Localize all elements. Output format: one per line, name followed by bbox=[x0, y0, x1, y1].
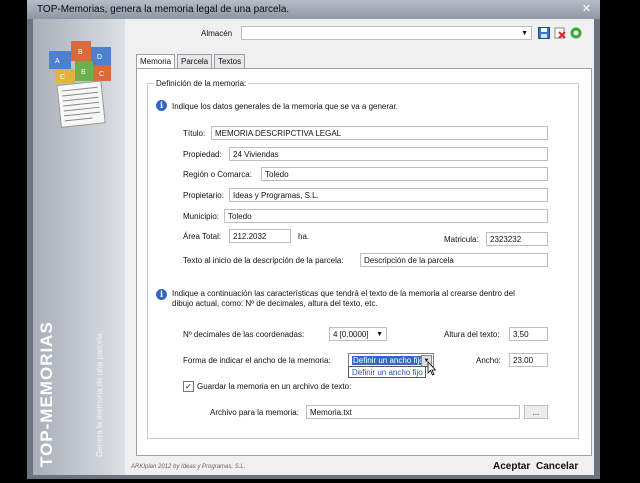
decimales-value: 4 [0.0000] bbox=[333, 330, 369, 339]
title-bar[interactable]: TOP-Memorias, genera la memoria legal de… bbox=[27, 0, 600, 19]
propietario-input[interactable]: Ideas y Programas, S.L. bbox=[229, 188, 548, 202]
definition-group: Definición de la memoria: i Indique los … bbox=[147, 79, 579, 439]
guardar-label: Guardar la memoria en un archivo de text… bbox=[197, 382, 352, 391]
decimales-select[interactable]: 4 [0.0000] ▼ bbox=[329, 327, 387, 341]
browse-button[interactable]: ... bbox=[524, 405, 548, 419]
municipio-input[interactable]: Toledo bbox=[224, 209, 548, 223]
cancel-button[interactable]: Cancelar bbox=[536, 461, 578, 472]
propiedad-label: Propiedad: bbox=[183, 150, 222, 159]
altura-input[interactable]: 3.50 bbox=[509, 327, 548, 341]
area-unit: ha. bbox=[298, 232, 310, 241]
forma-selected-value: Definir un ancho fijo bbox=[352, 356, 425, 365]
guardar-checkbox[interactable]: ✓ bbox=[183, 381, 194, 392]
propiedad-input[interactable]: 24 Viviendas bbox=[229, 147, 548, 161]
memoria-panel: Definición de la memoria: i Indique los … bbox=[136, 68, 592, 456]
matricula-input[interactable]: 2323232 bbox=[486, 232, 548, 246]
forma-dropdown-option[interactable]: Definir un ancho fijo bbox=[348, 366, 426, 378]
ancho-input[interactable]: 23.00 bbox=[509, 353, 548, 367]
region-label: Región o Comarca: bbox=[183, 170, 252, 179]
almacen-label: Almacén bbox=[201, 29, 233, 38]
area-input[interactable]: 212.2032 bbox=[229, 229, 291, 243]
svg-text:A: A bbox=[55, 58, 60, 65]
refresh-icon[interactable] bbox=[570, 27, 582, 39]
accept-button[interactable]: Aceptar bbox=[493, 461, 530, 472]
forma-select[interactable]: Definir un ancho fijo ▼ bbox=[348, 353, 434, 367]
svg-text:B: B bbox=[81, 69, 86, 76]
tab-textos[interactable]: Textos bbox=[214, 54, 246, 68]
decimales-label: Nº decimales de las coordenadas: bbox=[183, 330, 305, 339]
altura-label: Altura del texto: bbox=[444, 330, 500, 339]
delete-icon[interactable] bbox=[554, 27, 566, 39]
titulo-input[interactable]: MEMORIA DESCRIPCTIVA LEGAL bbox=[211, 126, 548, 140]
forma-label: Forma de indicar el ancho de la memoria: bbox=[183, 356, 331, 365]
archivo-input[interactable]: Memoria.txt bbox=[306, 405, 520, 419]
info-icon: i bbox=[156, 289, 167, 300]
ancho-label: Ancho: bbox=[476, 356, 501, 365]
municipio-label: Municipio: bbox=[183, 212, 220, 221]
archivo-label: Archivo para la memoria: bbox=[210, 408, 299, 417]
area-label: Área Total: bbox=[183, 232, 222, 241]
copyright-text: ARKIplan 2012 by Ideas y Programas, S.L. bbox=[131, 464, 246, 470]
window-title: TOP-Memorias, genera la memoria legal de… bbox=[37, 4, 290, 15]
main-window: TOP-Memorias, genera la memoria legal de… bbox=[27, 0, 600, 479]
svg-text:B: B bbox=[78, 49, 83, 56]
svg-text:C: C bbox=[60, 74, 65, 81]
sidebar-subtitle: Genera la memoria de una parcela. bbox=[95, 331, 104, 457]
propietario-label: Propietario: bbox=[183, 191, 224, 200]
client-area: A B D C B C TOP-MEMORIAS Genera la memor… bbox=[33, 19, 594, 475]
tab-parcela[interactable]: Parcela bbox=[177, 54, 213, 68]
tab-memoria[interactable]: Memoria bbox=[136, 54, 176, 69]
app-logo-icon: A B D C B C bbox=[49, 41, 111, 128]
svg-text:C: C bbox=[99, 71, 104, 78]
svg-text:D: D bbox=[97, 54, 102, 61]
save-icon[interactable] bbox=[538, 27, 550, 39]
almacen-select[interactable]: ▼ bbox=[241, 26, 532, 40]
info-text-characteristics-1: Indique a continuación las característic… bbox=[172, 289, 515, 298]
texto-inicio-input[interactable]: Descripción de la parcela bbox=[360, 253, 548, 267]
info-text-general: Indique los datos generales de la memori… bbox=[172, 102, 398, 111]
mouse-cursor-icon bbox=[427, 361, 437, 376]
close-icon[interactable]: ✕ bbox=[579, 2, 594, 16]
forma-dropdown-option-label: Definir un ancho fijo bbox=[352, 368, 423, 377]
group-title: Definición de la memoria: bbox=[154, 79, 249, 88]
chevron-down-icon: ▼ bbox=[521, 30, 528, 37]
region-input[interactable]: Toledo bbox=[261, 167, 548, 181]
sidebar: A B D C B C TOP-MEMORIAS Genera la memor… bbox=[33, 19, 125, 475]
sidebar-title: TOP-MEMORIAS bbox=[37, 321, 56, 467]
titulo-label: Título: bbox=[183, 129, 206, 138]
chevron-down-icon: ▼ bbox=[376, 331, 383, 338]
info-text-characteristics-2: dibujo actual, como: Nº de decimales, al… bbox=[172, 299, 378, 308]
info-icon: i bbox=[156, 100, 167, 111]
texto-inicio-label: Texto al inicio de la descripción de la … bbox=[183, 256, 344, 265]
matricula-label: Matricula: bbox=[444, 235, 479, 244]
